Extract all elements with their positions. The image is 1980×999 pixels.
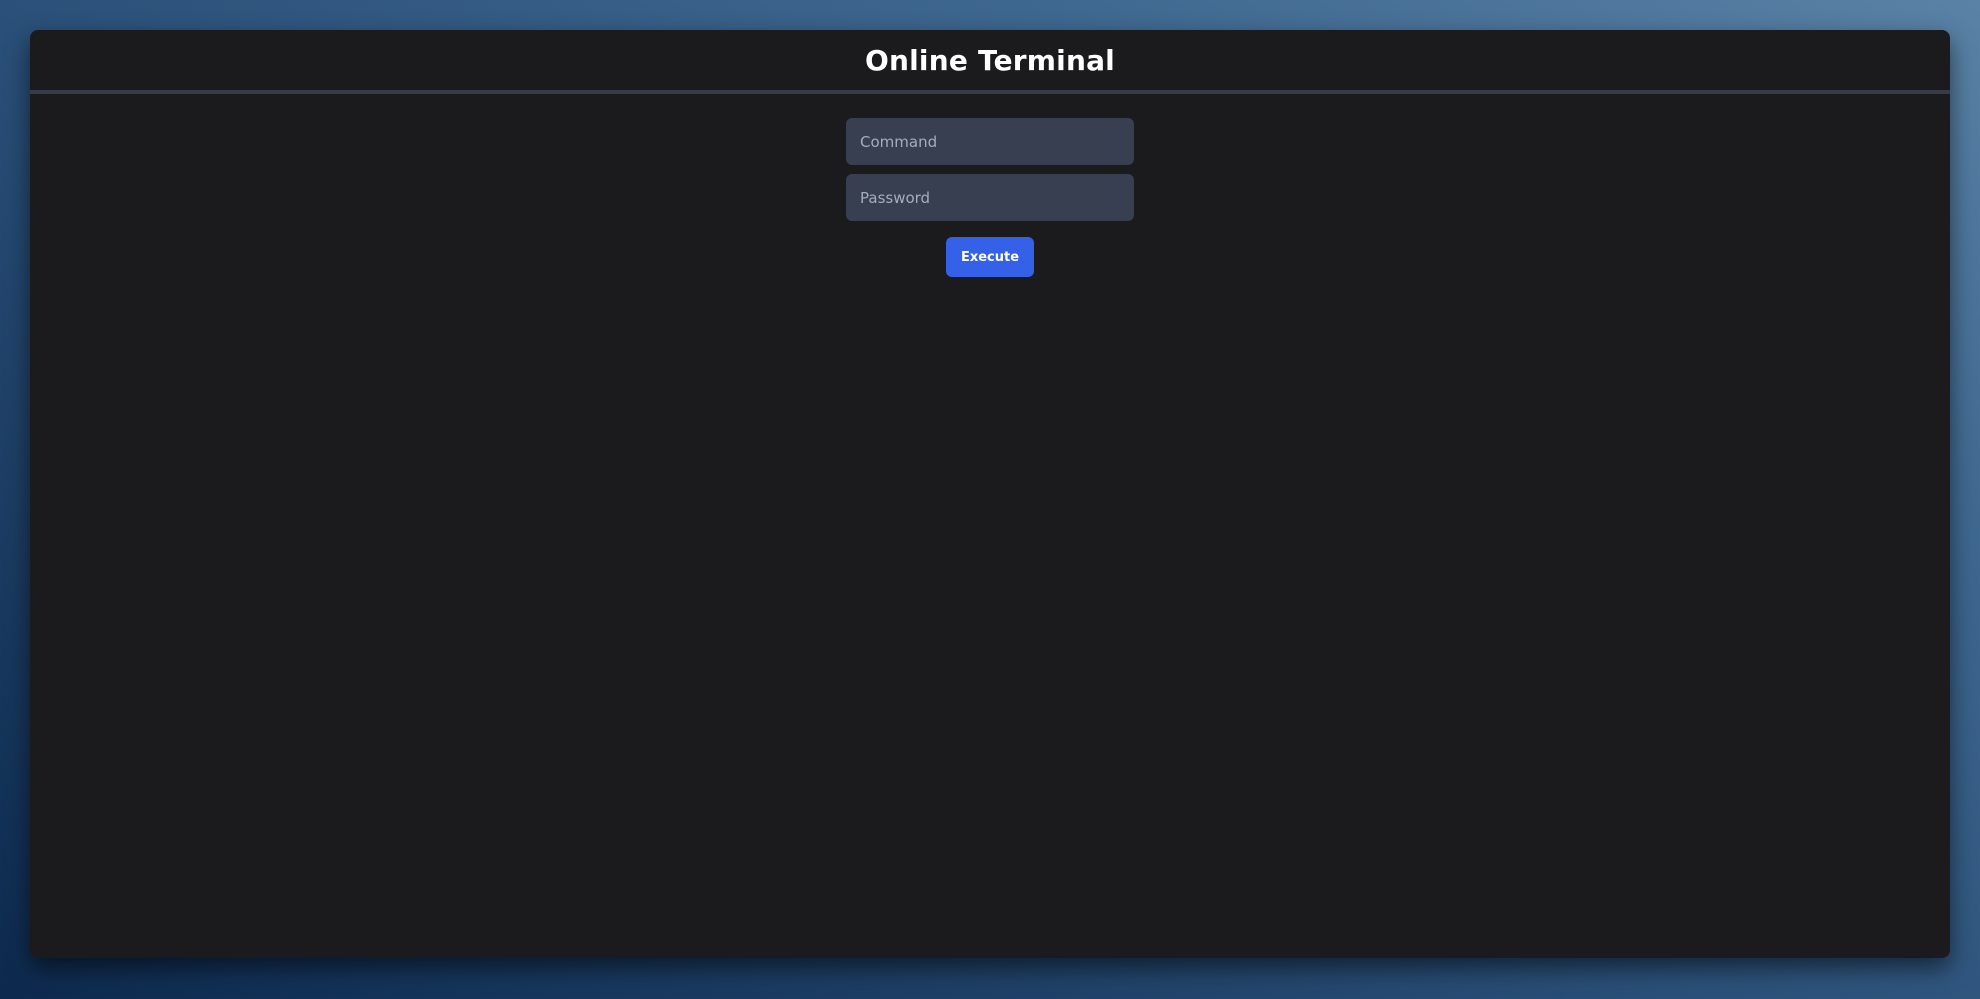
page-background: { "app": { "title": "Online Terminal" },… bbox=[0, 0, 1980, 999]
execute-button[interactable]: Execute bbox=[946, 237, 1034, 277]
header: Online Terminal bbox=[30, 30, 1950, 94]
password-input[interactable] bbox=[846, 174, 1134, 221]
page-title: Online Terminal bbox=[865, 43, 1115, 77]
command-form: Execute bbox=[30, 94, 1950, 277]
terminal-window: Online Terminal Execute bbox=[30, 30, 1950, 958]
command-input[interactable] bbox=[846, 118, 1134, 165]
